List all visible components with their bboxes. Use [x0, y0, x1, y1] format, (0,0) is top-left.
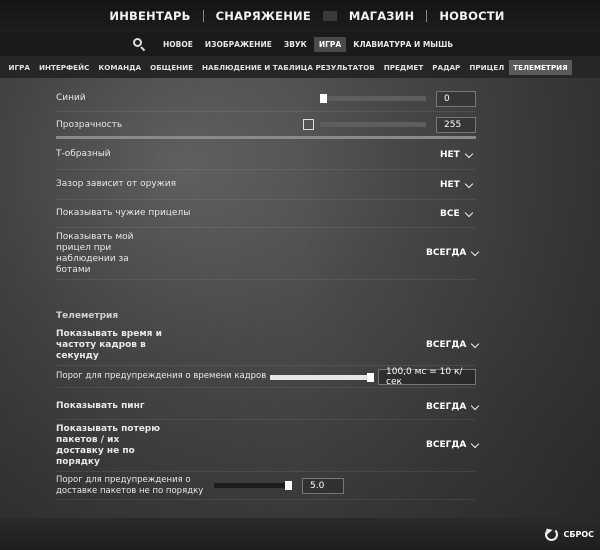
subtab-radar[interactable]: РАДАР — [428, 60, 465, 75]
reset-button[interactable]: СБРОС — [545, 528, 594, 541]
section-title-telemetry: Телеметрия — [56, 311, 119, 321]
t-style-dropdown[interactable]: НЕТ — [440, 149, 474, 160]
setting-label: Т-образный — [56, 149, 111, 159]
setting-label: Показывать время и частоту кадров в секу… — [56, 329, 162, 361]
setting-row-weapon-gap: Зазор зависит от оружия НЕТ — [56, 170, 476, 200]
slider-thumb[interactable] — [367, 373, 374, 382]
setting-label: Зазор зависит от оружия — [56, 179, 177, 189]
setting-label: Показывать потерю пакетов / их доставку … — [56, 423, 160, 467]
setting-row-blue: Синий 0 — [56, 86, 476, 112]
nav-separator — [426, 10, 428, 22]
setting-label: Показывать чужие прицелы — [56, 208, 191, 218]
show-mine-bots-dropdown[interactable]: ВСЕГДА — [426, 247, 480, 258]
setting-row-packet-loss: Показывать потерю пакетов / их доставку … — [56, 420, 480, 472]
setting-row-show-mine-bots: Показывать мой прицел при наблюдении за … — [56, 228, 480, 280]
slider-fill — [270, 375, 374, 380]
dropdown-value: ВСЕГДА — [426, 340, 467, 350]
blue-slider[interactable] — [320, 94, 426, 103]
slider-thumb[interactable] — [320, 94, 327, 103]
subtab-interface[interactable]: ИНТЕРФЕЙС — [34, 60, 93, 75]
packet-loss-dropdown[interactable]: ВСЕГДА — [426, 439, 480, 450]
settings-content: Синий 0 Прозрачность 255 Т-образный НЕТ — [0, 78, 600, 518]
slider-fill — [320, 122, 426, 127]
chevron-down-icon — [471, 401, 480, 410]
subtab-team[interactable]: КОМАНДА — [94, 60, 146, 75]
setting-row-frametime: Показывать время и частоту кадров в секу… — [56, 326, 480, 366]
slider-fill — [214, 483, 292, 488]
dropdown-value: НЕТ — [440, 150, 460, 160]
alpha-slider[interactable] — [320, 122, 426, 127]
chevron-down-icon — [464, 179, 474, 188]
setting-row-frametime-threshold: Порог для предупреждения о времени кадро… — [56, 366, 476, 388]
nav-store[interactable]: МАГАЗИН — [345, 9, 418, 23]
alpha-value-field[interactable]: 255 — [436, 117, 476, 133]
dropdown-value: ВСЕ — [440, 209, 460, 219]
dropdown-value: ВСЕГДА — [426, 440, 467, 450]
frametime-dropdown[interactable]: ВСЕГДА — [426, 339, 480, 350]
chevron-down-icon — [471, 247, 480, 256]
chevron-down-icon — [464, 149, 474, 158]
setting-label: Показывать пинг — [56, 401, 145, 411]
settings-tab-video[interactable]: ИЗОБРАЖЕНИЕ — [200, 37, 277, 52]
main-nav-bar: ИНВЕНТАРЬ СНАРЯЖЕНИЕ МАГАЗИН НОВОСТИ — [0, 0, 600, 32]
settings-tab-new[interactable]: НОВОЕ — [158, 37, 198, 52]
setting-row-alpha: Прозрачность 255 — [56, 112, 476, 138]
reset-icon — [545, 528, 559, 541]
chevron-down-icon — [471, 339, 480, 348]
search-icon[interactable] — [132, 37, 146, 52]
subtab-spectator-scoreboard[interactable]: НАБЛЮДЕНИЕ И ТАБЛИЦА РЕЗУЛЬТАТОВ — [198, 60, 380, 75]
nav-separator — [322, 11, 337, 21]
settings-tab-audio[interactable]: ЗВУК — [279, 37, 312, 52]
setting-row-t-style: Т-образный НЕТ — [56, 140, 476, 170]
dropdown-value: ВСЕГДА — [426, 402, 467, 412]
frametime-threshold-value-field[interactable]: 100,0 мс = 10 к/сек — [378, 367, 476, 387]
subtab-telemetry[interactable]: ТЕЛЕМЕТРИЯ — [508, 59, 573, 75]
chevron-down-icon — [464, 208, 473, 217]
chevron-down-icon — [471, 439, 480, 448]
setting-label: Порог для предупреждения о доставке паке… — [56, 474, 204, 496]
settings-tab-game[interactable]: ИГРА — [313, 36, 347, 52]
slider-thumb[interactable] — [285, 481, 292, 490]
dropdown-value: ВСЕГДА — [426, 248, 467, 258]
weapon-gap-dropdown[interactable]: НЕТ — [440, 179, 474, 190]
setting-label: Показывать мой прицел при наблюдении за … — [56, 231, 134, 275]
main-nav: ИНВЕНТАРЬ СНАРЯЖЕНИЕ МАГАЗИН НОВОСТИ — [105, 9, 508, 23]
setting-row-ping: Показывать пинг ВСЕГДА — [56, 394, 480, 420]
setting-label: Прозрачность — [56, 119, 123, 130]
show-others-dropdown[interactable]: ВСЕ — [440, 208, 473, 219]
settings-category-bar: НОВОЕ ИЗОБРАЖЕНИЕ ЗВУК ИГРА КЛАВИАТУРА И… — [0, 32, 600, 56]
subtab-communication[interactable]: ОБЩЕНИЕ — [146, 60, 198, 75]
footer-bar: СБРОС — [0, 518, 600, 550]
subtab-crosshair[interactable]: ПРИЦЕЛ — [465, 60, 509, 75]
nav-news[interactable]: НОВОСТИ — [435, 9, 508, 23]
setting-label: Порог для предупреждения о времени кадро… — [56, 371, 267, 381]
nav-inventory[interactable]: ИНВЕНТАРЬ — [105, 9, 194, 23]
game-subtab-bar: ИГРА ИНТЕРФЕЙС КОМАНДА ОБЩЕНИЕ НАБЛЮДЕНИ… — [0, 56, 600, 78]
alpha-checkbox[interactable] — [303, 119, 314, 130]
setting-row-packet-loss-threshold: Порог для предупреждения о доставке паке… — [56, 472, 476, 500]
reset-label: СБРОС — [563, 530, 594, 539]
nav-loadout[interactable]: СНАРЯЖЕНИЕ — [212, 9, 315, 23]
dropdown-value: НЕТ — [440, 180, 460, 190]
blue-value-field[interactable]: 0 — [436, 91, 476, 107]
setting-row-show-others: Показывать чужие прицелы ВСЕ — [56, 200, 476, 228]
setting-label: Синий — [56, 93, 86, 103]
ping-dropdown[interactable]: ВСЕГДА — [426, 401, 480, 412]
settings-tab-keyboard-mouse[interactable]: КЛАВИАТУРА И МЫШЬ — [348, 37, 458, 52]
packet-loss-threshold-value-field[interactable]: 5.0 — [302, 478, 344, 494]
divider — [56, 136, 476, 139]
nav-separator — [202, 10, 204, 22]
subtab-game[interactable]: ИГРА — [4, 60, 34, 75]
packet-loss-threshold-slider[interactable] — [214, 481, 292, 490]
subtab-item[interactable]: ПРЕДМЕТ — [379, 60, 428, 75]
frametime-threshold-slider[interactable] — [270, 373, 374, 382]
